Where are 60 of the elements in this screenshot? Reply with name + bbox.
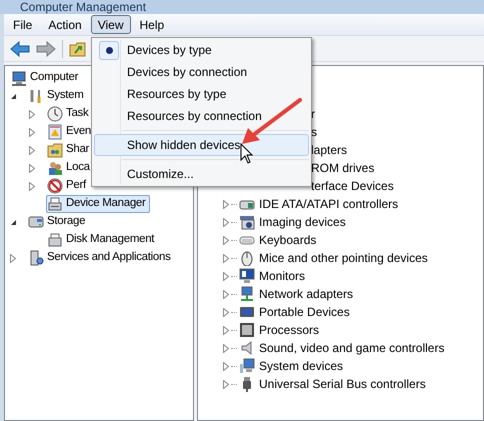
device-category[interactable]: lapters: [311, 141, 348, 159]
menu-option[interactable]: Devices by connection: [94, 61, 309, 83]
menu-item[interactable]: View: [90, 15, 130, 34]
node-icon: [47, 196, 63, 212]
device-category[interactable]: r: [311, 105, 315, 123]
node-icon: [47, 142, 63, 158]
menu-option[interactable]: Resources by type: [94, 83, 309, 105]
device-category[interactable]: IDE ATA/ATAPI controllers: [259, 195, 398, 213]
device-category[interactable]: System devices: [259, 357, 344, 375]
expander-icon[interactable]: [10, 218, 17, 226]
menu-item[interactable]: Help: [132, 15, 172, 34]
up-folder-icon[interactable]: [69, 40, 87, 56]
tree-item[interactable]: Services and Applications: [27, 249, 175, 267]
node-icon: [11, 70, 27, 86]
device-icon: [239, 286, 255, 302]
node-icon: [47, 124, 63, 140]
device-category[interactable]: Processors: [259, 321, 320, 339]
tree-item[interactable]: Even: [46, 123, 96, 141]
tree-item[interactable]: Loca: [46, 159, 94, 177]
device-category[interactable]: Network adapters: [259, 285, 354, 303]
device-category[interactable]: Monitors: [259, 267, 306, 285]
tree-item[interactable]: Task: [46, 105, 92, 123]
forward-arrow-icon[interactable]: [36, 40, 56, 56]
mouse-pointer-icon: [240, 143, 254, 165]
menu-item[interactable]: Action: [41, 15, 89, 34]
expander-icon[interactable]: [10, 92, 17, 100]
menu-option[interactable]: Devices by type: [94, 39, 309, 61]
device-category[interactable]: Sound, video and game controllers: [259, 339, 444, 357]
window-title: Computer Management: [20, 0, 146, 14]
menu-option[interactable]: Resources by connection: [94, 105, 309, 127]
device-category[interactable]: Mice and other pointing devices: [259, 249, 428, 267]
tree-item[interactable]: Shar: [46, 141, 94, 159]
tree-item[interactable]: Computer: [10, 69, 82, 87]
device-category[interactable]: Portable Devices: [259, 303, 350, 321]
node-icon: [28, 250, 44, 266]
node-icon: [47, 232, 63, 248]
device-category[interactable]: Keyboards: [259, 231, 316, 249]
device-icon: [239, 358, 255, 374]
device-icon: [239, 250, 255, 266]
device-icon: [239, 322, 255, 338]
device-category[interactable]: Universal Serial Bus controllers: [259, 375, 426, 393]
menu-option[interactable]: Show hidden devices: [94, 134, 309, 156]
tree-item[interactable]: System: [27, 87, 88, 105]
menu-item[interactable]: File: [6, 15, 40, 34]
node-icon: [47, 106, 63, 122]
tree-item[interactable]: Disk Management: [46, 231, 158, 249]
device-icon: [239, 268, 255, 284]
device-category[interactable]: terface Devices: [311, 177, 394, 195]
node-icon: [47, 160, 63, 176]
device-category[interactable]: ROM drives: [311, 159, 374, 177]
tree-item[interactable]: Device Manager: [46, 195, 150, 213]
device-icon: [239, 304, 255, 320]
node-icon: [28, 214, 44, 230]
back-arrow-icon[interactable]: [10, 40, 30, 56]
menu-option[interactable]: Customize...: [94, 163, 309, 185]
tree-item[interactable]: Perf: [46, 177, 90, 195]
device-icon: [239, 214, 255, 230]
tree-item[interactable]: Storage: [27, 213, 90, 231]
node-icon: [47, 178, 63, 194]
device-category[interactable]: Imaging devices: [259, 213, 346, 231]
